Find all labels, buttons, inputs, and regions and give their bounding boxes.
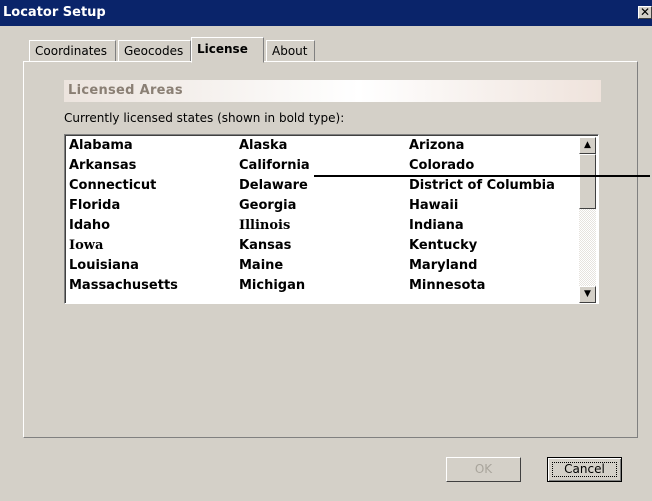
tab-about[interactable]: About — [266, 40, 315, 62]
state-item[interactable]: Colorado — [409, 158, 474, 173]
state-item[interactable]: Hawaii — [409, 198, 458, 213]
state-item[interactable]: District of Columbia — [409, 178, 555, 193]
scroll-down-icon[interactable]: ▼ — [579, 286, 596, 303]
state-item[interactable]: Louisiana — [69, 258, 139, 273]
description-label: Currently licensed states (shown in bold… — [64, 111, 345, 125]
state-item[interactable]: Connecticut — [69, 178, 156, 193]
tab-license[interactable]: License — [191, 37, 264, 63]
tab-coordinates[interactable]: Coordinates — [29, 40, 116, 62]
state-item[interactable]: Delaware — [239, 178, 308, 193]
cancel-button[interactable]: Cancel — [547, 457, 622, 482]
state-item[interactable]: California — [239, 158, 310, 173]
state-item[interactable]: Illinois — [239, 218, 290, 233]
state-item[interactable]: Maryland — [409, 258, 477, 273]
state-item[interactable]: Kansas — [239, 238, 291, 253]
annotation-pointer-line — [314, 175, 650, 177]
close-icon[interactable]: ✕ — [638, 6, 652, 19]
state-item[interactable]: Massachusetts — [69, 278, 178, 293]
title-bar[interactable]: Locator Setup ✕ — [0, 0, 652, 26]
state-item[interactable]: Arizona — [409, 138, 464, 153]
states-listbox[interactable]: Alabama Alaska Arizona Arkansas Californ… — [64, 134, 599, 304]
scrollbar-thumb[interactable] — [579, 154, 596, 209]
state-item[interactable]: Indiana — [409, 218, 464, 233]
state-item[interactable]: Arkansas — [69, 158, 136, 173]
state-item[interactable]: Alabama — [69, 138, 133, 153]
state-item[interactable]: Alaska — [239, 138, 287, 153]
section-header: Licensed Areas — [64, 80, 601, 102]
state-item[interactable]: Idaho — [69, 218, 110, 233]
scroll-up-icon[interactable]: ▲ — [579, 137, 596, 154]
window-title: Locator Setup — [3, 5, 106, 20]
state-item[interactable]: Maine — [239, 258, 283, 273]
ok-button[interactable]: OK — [446, 457, 521, 482]
state-item[interactable]: Minnesota — [409, 278, 485, 293]
state-item[interactable]: Georgia — [239, 198, 296, 213]
state-item[interactable]: Michigan — [239, 278, 305, 293]
focus-rect — [552, 462, 617, 477]
state-item[interactable]: Iowa — [69, 238, 103, 253]
license-panel: Licensed Areas Currently licensed states… — [23, 61, 638, 438]
tab-geocodes[interactable]: Geocodes — [118, 40, 191, 62]
vertical-scrollbar[interactable]: ▲ ▼ — [579, 137, 596, 303]
state-item[interactable]: Florida — [69, 198, 120, 213]
state-item[interactable]: Kentucky — [409, 238, 477, 253]
